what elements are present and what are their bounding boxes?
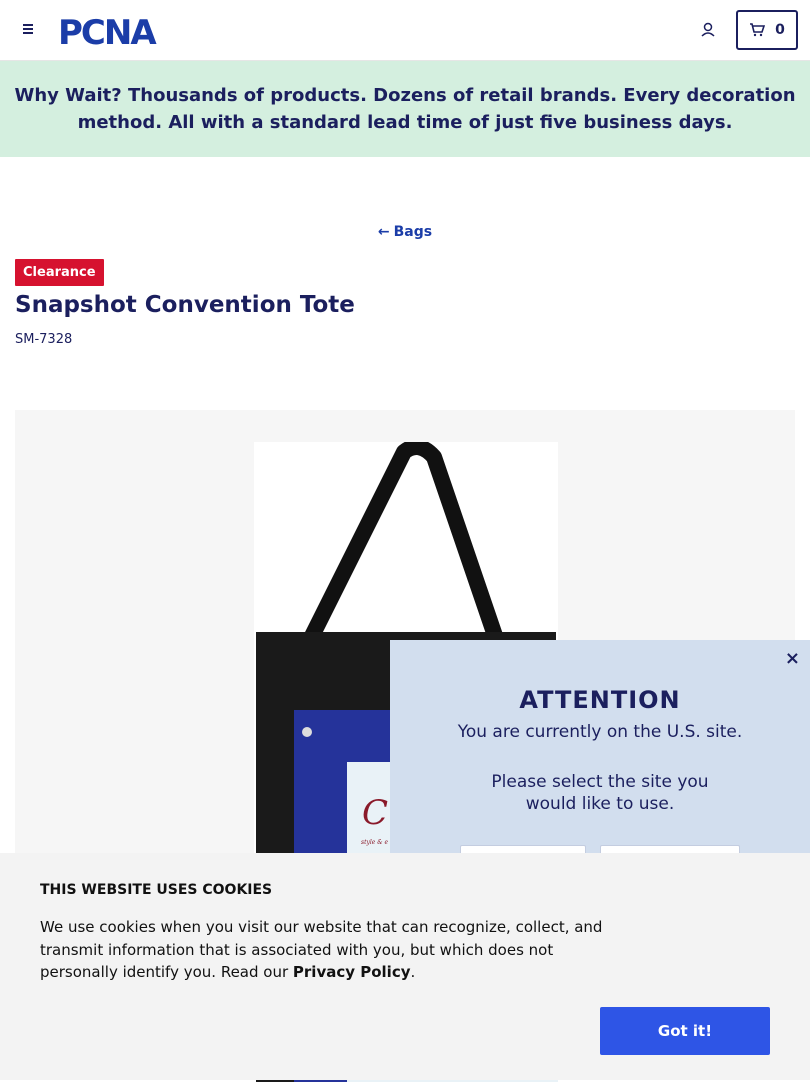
back-link-label: Bags	[393, 224, 433, 240]
attention-title: ATTENTION	[519, 686, 681, 714]
select-site-text: Please select the site you would like to…	[491, 772, 709, 814]
cart-icon	[750, 23, 766, 37]
close-icon[interactable]: ×	[785, 648, 800, 669]
back-to-category-link[interactable]: ← Bags	[0, 224, 810, 240]
pcna-logo[interactable]: PCNA	[58, 13, 178, 53]
product-sku: SM-7328	[15, 332, 73, 347]
cookie-title: THIS WEBSITE USES COOKIES	[40, 882, 273, 898]
cookie-banner: THIS WEBSITE USES COOKIES We use cookies…	[0, 853, 810, 1080]
promo-banner: Why Wait? Thousands of products. Dozens …	[0, 61, 810, 157]
site-header: PCNA 0	[0, 0, 810, 61]
got-it-button[interactable]: Got it!	[600, 1007, 770, 1055]
cart-button[interactable]: 0	[736, 10, 798, 50]
cookie-body: We use cookies when you visit our websit…	[40, 916, 620, 984]
logo-text: PCNA	[58, 14, 157, 48]
svg-text:style & e: style & e	[361, 839, 389, 846]
clearance-badge: Clearance	[15, 259, 104, 286]
cart-count: 0	[775, 22, 785, 38]
svg-text:C: C	[362, 793, 388, 833]
product-title: Snapshot Convention Tote	[15, 292, 355, 318]
promo-text: Why Wait? Thousands of products. Dozens …	[14, 85, 796, 133]
hamburger-menu-icon[interactable]	[18, 20, 38, 40]
account-icon[interactable]	[698, 20, 718, 40]
current-site-text: You are currently on the U.S. site.	[457, 722, 743, 742]
privacy-policy-link[interactable]: Privacy Policy	[293, 963, 411, 981]
cookie-body-period: .	[410, 963, 416, 981]
arrow-left-icon: ←	[377, 224, 390, 240]
